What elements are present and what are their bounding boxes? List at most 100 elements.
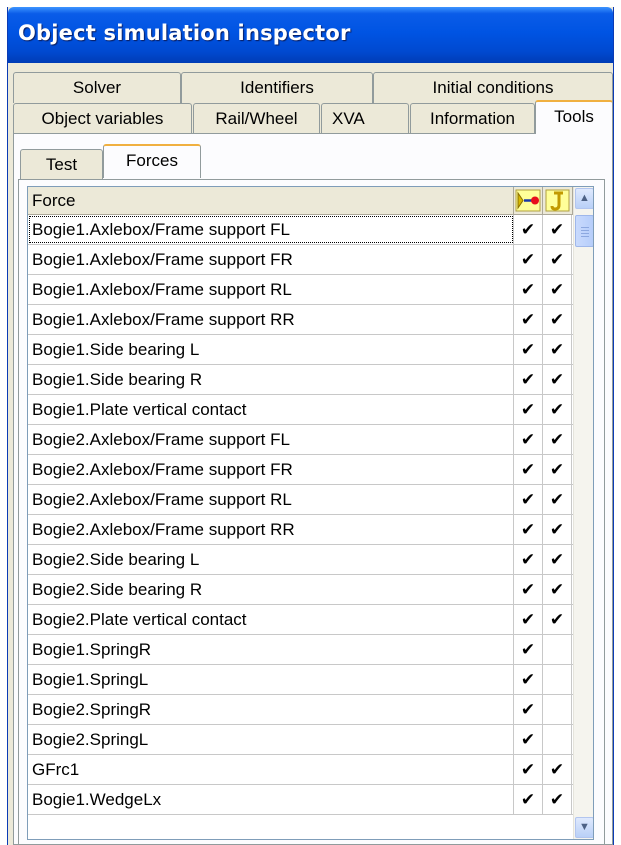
force-name-cell[interactable]: Bogie1.Axlebox/Frame support RR	[28, 305, 514, 334]
joint-enabled-checkbox[interactable]: ✔	[543, 515, 572, 544]
joint-enabled-checkbox[interactable]: ✔	[543, 425, 572, 454]
header-force[interactable]: Force	[28, 187, 514, 214]
force-enabled-checkbox[interactable]: ✔	[514, 425, 543, 454]
tab-information[interactable]: Information	[410, 103, 535, 134]
force-enabled-checkbox[interactable]: ✔	[514, 215, 543, 244]
tab-label: Tools	[554, 107, 594, 126]
force-name-cell[interactable]: Bogie2.SpringL	[28, 725, 514, 754]
joint-enabled-checkbox[interactable]: ✔	[543, 545, 572, 574]
force-name-cell[interactable]: Bogie2.Axlebox/Frame support RL	[28, 485, 514, 514]
table-row[interactable]: Bogie1.SpringR ✔	[28, 635, 573, 665]
force-enabled-checkbox[interactable]: ✔	[514, 305, 543, 334]
joint-enabled-checkbox[interactable]: ✔	[543, 305, 572, 334]
tab-solver[interactable]: Solver	[13, 72, 181, 103]
chevron-up-icon[interactable]: ▲	[575, 188, 593, 209]
chevron-down-icon[interactable]: ▼	[575, 817, 593, 838]
joint-enabled-checkbox[interactable]	[543, 695, 572, 724]
table-row[interactable]: Bogie2.Side bearing R ✔ ✔	[28, 575, 573, 605]
table-row[interactable]: Bogie1.SpringL ✔	[28, 665, 573, 695]
force-name-cell[interactable]: Bogie1.SpringL	[28, 665, 514, 694]
joint-enabled-checkbox[interactable]: ✔	[543, 365, 572, 394]
joint-icon[interactable]	[543, 187, 573, 214]
joint-enabled-checkbox[interactable]: ✔	[543, 605, 572, 634]
joint-enabled-checkbox[interactable]: ✔	[543, 275, 572, 304]
force-name-cell[interactable]: Bogie2.SpringR	[28, 695, 514, 724]
subtab-test[interactable]: Test	[20, 149, 103, 180]
tab-rail-wheel[interactable]: Rail/Wheel	[193, 103, 320, 134]
force-enabled-checkbox[interactable]: ✔	[514, 275, 543, 304]
force-name-cell[interactable]: Bogie2.Axlebox/Frame support FR	[28, 455, 514, 484]
joint-enabled-checkbox[interactable]: ✔	[543, 455, 572, 484]
table-row[interactable]: Bogie1.Side bearing L ✔ ✔	[28, 335, 573, 365]
title-bar[interactable]: Object simulation inspector	[8, 7, 613, 63]
joint-enabled-checkbox[interactable]: ✔	[543, 575, 572, 604]
joint-enabled-checkbox[interactable]	[543, 725, 572, 754]
force-name-cell[interactable]: Bogie2.Side bearing R	[28, 575, 514, 604]
joint-enabled-checkbox[interactable]: ✔	[543, 485, 572, 514]
force-name-cell[interactable]: Bogie1.WedgeLx	[28, 785, 514, 814]
force-enabled-checkbox[interactable]: ✔	[514, 515, 543, 544]
table-row[interactable]: Bogie2.Axlebox/Frame support FR ✔ ✔	[28, 455, 573, 485]
force-name-cell[interactable]: Bogie1.SpringR	[28, 635, 514, 664]
joint-enabled-checkbox[interactable]: ✔	[543, 395, 572, 424]
force-enabled-checkbox[interactable]: ✔	[514, 665, 543, 694]
joint-enabled-checkbox[interactable]: ✔	[543, 785, 572, 814]
force-enabled-checkbox[interactable]: ✔	[514, 755, 543, 784]
table-row[interactable]: Bogie1.Side bearing R ✔ ✔	[28, 365, 573, 395]
table-row[interactable]: Bogie2.Plate vertical contact ✔ ✔	[28, 605, 573, 635]
force-name-cell[interactable]: Bogie1.Axlebox/Frame support RL	[28, 275, 514, 304]
force-name-cell[interactable]: Bogie1.Side bearing L	[28, 335, 514, 364]
vertical-scrollbar[interactable]: ▲ ▼	[573, 187, 593, 839]
force-name-cell[interactable]: Bogie1.Plate vertical contact	[28, 395, 514, 424]
table-row[interactable]: Bogie2.Axlebox/Frame support RR ✔ ✔	[28, 515, 573, 545]
subtab-forces[interactable]: Forces	[103, 144, 201, 178]
force-name-cell[interactable]: Bogie2.Axlebox/Frame support RR	[28, 515, 514, 544]
joint-enabled-checkbox[interactable]	[543, 635, 572, 664]
force-enabled-checkbox[interactable]: ✔	[514, 605, 543, 634]
joint-enabled-checkbox[interactable]: ✔	[543, 755, 572, 784]
table-row[interactable]: Bogie2.SpringL ✔	[28, 725, 573, 755]
tab-identifiers[interactable]: Identifiers	[181, 72, 373, 103]
force-enabled-checkbox[interactable]: ✔	[514, 695, 543, 724]
force-enabled-checkbox[interactable]: ✔	[514, 395, 543, 424]
force-enabled-checkbox[interactable]: ✔	[514, 785, 543, 814]
tab-object-variables[interactable]: Object variables	[13, 103, 192, 134]
table-row[interactable]: Bogie2.Side bearing L ✔ ✔	[28, 545, 573, 575]
tab-tools[interactable]: Tools	[535, 100, 613, 134]
table-row[interactable]: Bogie1.WedgeLx ✔ ✔	[28, 785, 573, 815]
force-name-cell[interactable]: GFrc1	[28, 755, 514, 784]
table-row[interactable]: GFrc1 ✔ ✔	[28, 755, 573, 785]
table-row[interactable]: Bogie2.Axlebox/Frame support RL ✔ ✔	[28, 485, 573, 515]
tab-initial-conditions[interactable]: Initial conditions	[373, 72, 613, 103]
table-row[interactable]: Bogie1.Plate vertical contact ✔ ✔	[28, 395, 573, 425]
force-name-cell[interactable]: Bogie1.Axlebox/Frame support FL	[28, 215, 514, 244]
joint-enabled-checkbox[interactable]: ✔	[543, 245, 572, 274]
tab-label: XVA	[332, 109, 365, 128]
force-enabled-checkbox[interactable]: ✔	[514, 635, 543, 664]
tab-xva[interactable]: XVA	[321, 103, 409, 134]
force-name-cell[interactable]: Bogie1.Axlebox/Frame support FR	[28, 245, 514, 274]
force-enabled-checkbox[interactable]: ✔	[514, 545, 543, 574]
force-enabled-checkbox[interactable]: ✔	[514, 455, 543, 484]
joint-enabled-checkbox[interactable]: ✔	[543, 215, 572, 244]
force-enabled-checkbox[interactable]: ✔	[514, 575, 543, 604]
force-name-cell[interactable]: Bogie2.Side bearing L	[28, 545, 514, 574]
force-name-cell[interactable]: Bogie1.Side bearing R	[28, 365, 514, 394]
scroll-thumb[interactable]	[575, 215, 593, 247]
force-enabled-checkbox[interactable]: ✔	[514, 725, 543, 754]
force-arrow-icon[interactable]	[514, 187, 543, 214]
table-row[interactable]: Bogie1.Axlebox/Frame support FL ✔ ✔	[28, 215, 573, 245]
table-row[interactable]: Bogie1.Axlebox/Frame support FR ✔ ✔	[28, 245, 573, 275]
table-row[interactable]: Bogie1.Axlebox/Frame support RR ✔ ✔	[28, 305, 573, 335]
force-name-cell[interactable]: Bogie2.Axlebox/Frame support FL	[28, 425, 514, 454]
joint-enabled-checkbox[interactable]: ✔	[543, 335, 572, 364]
force-enabled-checkbox[interactable]: ✔	[514, 245, 543, 274]
table-row[interactable]: Bogie2.SpringR ✔	[28, 695, 573, 725]
table-row[interactable]: Bogie2.Axlebox/Frame support FL ✔ ✔	[28, 425, 573, 455]
force-enabled-checkbox[interactable]: ✔	[514, 335, 543, 364]
force-enabled-checkbox[interactable]: ✔	[514, 365, 543, 394]
joint-enabled-checkbox[interactable]	[543, 665, 572, 694]
force-enabled-checkbox[interactable]: ✔	[514, 485, 543, 514]
force-name-cell[interactable]: Bogie2.Plate vertical contact	[28, 605, 514, 634]
table-row[interactable]: Bogie1.Axlebox/Frame support RL ✔ ✔	[28, 275, 573, 305]
